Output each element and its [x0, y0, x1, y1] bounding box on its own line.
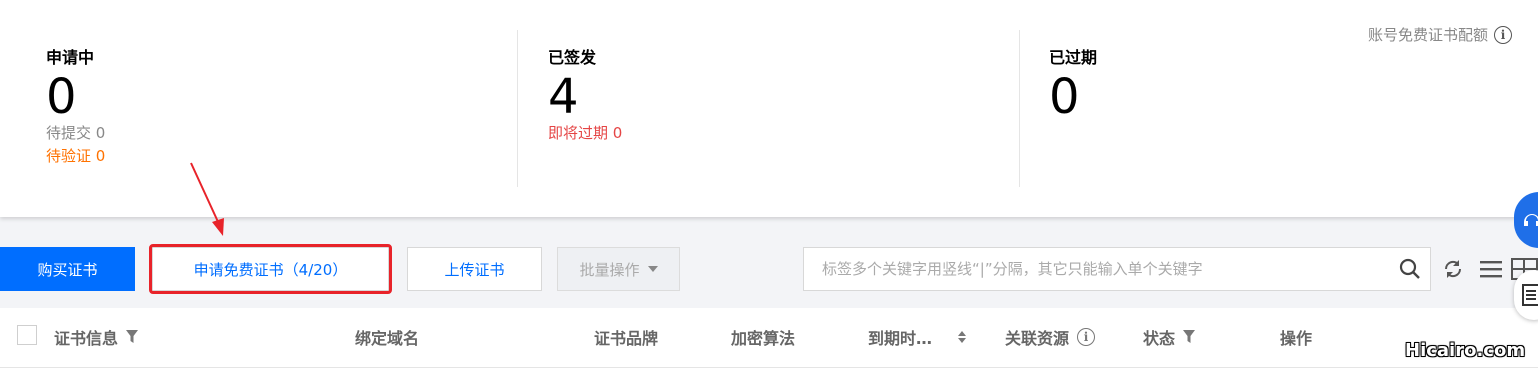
- table-header: 证书信息 绑定域名 证书品牌 加密算法 到期时… 关联资源 i 状态 操作: [0, 308, 1538, 368]
- sort-icon[interactable]: [958, 331, 967, 343]
- stat-pending-verify[interactable]: 待验证 0: [46, 145, 105, 168]
- stat-pending: 申请中 0 待提交 0 待验证 0: [46, 44, 105, 168]
- column-label: 到期时…: [868, 329, 933, 348]
- column-resources: 关联资源 i: [1005, 325, 1096, 349]
- info-icon[interactable]: i: [1077, 328, 1096, 346]
- info-icon[interactable]: i: [1494, 25, 1512, 44]
- column-label: 关联资源: [1005, 329, 1070, 348]
- buy-cert-button[interactable]: 购买证书: [0, 247, 135, 291]
- stat-issued-count: 4: [548, 69, 579, 125]
- stat-expired: 已过期 0: [1049, 44, 1097, 122]
- divider: [1019, 30, 1020, 187]
- column-label: 操作: [1280, 329, 1313, 348]
- column-cert-info: 证书信息: [54, 325, 139, 349]
- column-label: 证书信息: [54, 329, 119, 348]
- column-label: 加密算法: [731, 329, 796, 348]
- refresh-icon[interactable]: [1442, 258, 1464, 284]
- watermark: Hicairo.com: [1405, 340, 1526, 361]
- stat-pending-title: 申请中: [46, 48, 95, 67]
- select-all-checkbox[interactable]: [17, 325, 37, 345]
- free-quota-label: 账号免费证书配额: [1367, 26, 1488, 44]
- filter-icon[interactable]: [126, 328, 139, 347]
- upload-cert-button[interactable]: 上传证书: [407, 247, 542, 291]
- column-domain: 绑定域名: [355, 325, 419, 349]
- chevron-down-icon: [647, 266, 658, 272]
- column-expiry[interactable]: 到期时…: [868, 325, 967, 349]
- column-brand: 证书品牌: [594, 325, 658, 349]
- batch-actions-label: 批量操作: [579, 260, 640, 279]
- list-view-icon[interactable]: [1480, 259, 1502, 283]
- annotation-arrow-icon: [190, 162, 224, 236]
- apply-free-cert-button[interactable]: 申请免费证书（4/20）: [152, 247, 389, 291]
- stat-pending-submit[interactable]: 待提交 0: [46, 122, 105, 145]
- column-algorithm: 加密算法: [731, 325, 795, 349]
- column-label: 状态: [1143, 329, 1176, 348]
- stats-panel: 申请中 0 待提交 0 待验证 0 已签发 4 即将过期 0 已过期 0 账号免…: [0, 0, 1538, 217]
- search-input[interactable]: [820, 259, 1390, 279]
- column-status: 状态: [1143, 325, 1196, 349]
- batch-actions-dropdown[interactable]: 批量操作: [557, 247, 680, 291]
- divider: [517, 30, 518, 187]
- stat-issued-expiring[interactable]: 即将过期 0: [548, 122, 622, 145]
- column-label: 绑定域名: [355, 329, 420, 348]
- filter-icon[interactable]: [1183, 328, 1196, 347]
- free-quota-link[interactable]: 账号免费证书配额 i: [1368, 24, 1512, 45]
- search-icon[interactable]: [1390, 258, 1430, 280]
- floating-doc-button[interactable]: [1514, 270, 1538, 320]
- search-box[interactable]: [803, 247, 1431, 291]
- stat-issued-title: 已签发: [548, 48, 597, 67]
- column-actions: 操作: [1280, 325, 1312, 349]
- column-label: 证书品牌: [594, 329, 659, 348]
- stat-expired-title: 已过期: [1049, 48, 1098, 67]
- stat-expired-count: 0: [1049, 69, 1080, 125]
- stat-pending-count: 0: [46, 69, 77, 125]
- stat-issued: 已签发 4 即将过期 0: [548, 44, 622, 145]
